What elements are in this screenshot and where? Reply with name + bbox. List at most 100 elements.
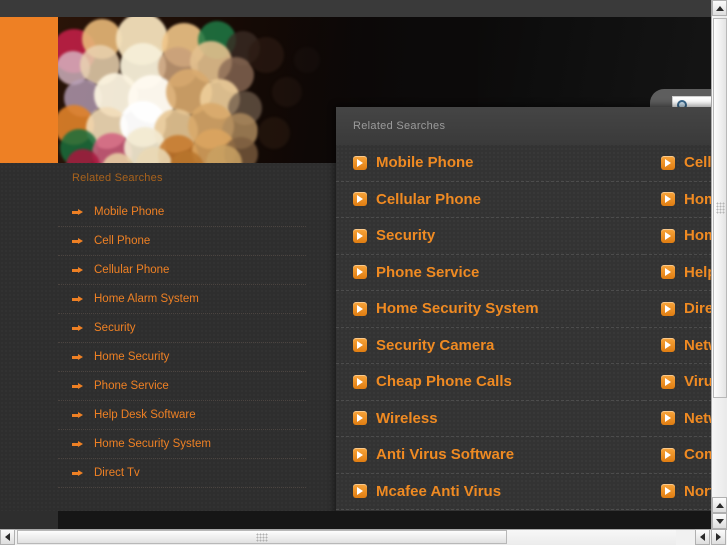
list-item[interactable]: Cheap Phone Calls	[336, 364, 644, 401]
list-item-label: Direct Tv	[94, 467, 140, 479]
scroll-left-button[interactable]	[0, 529, 15, 545]
list-item[interactable]: Network	[644, 401, 711, 437]
list-item-label: Cell Phone	[94, 235, 151, 247]
chevron-right-badge-icon	[661, 484, 675, 499]
list-item[interactable]: Cell Phone	[644, 145, 711, 182]
list-item[interactable]: Help Desk Software	[644, 255, 711, 291]
list-item[interactable]: Home Security	[58, 343, 306, 372]
list-item-label: Cell Phone	[684, 154, 711, 172]
chevron-right-badge-icon	[353, 228, 367, 243]
list-item[interactable]: Home Alarm System	[644, 182, 711, 218]
list-item-label: Direct Tv	[684, 300, 711, 318]
scrollbar-grip-icon	[256, 533, 268, 542]
list-item[interactable]: Home Security	[644, 218, 711, 255]
list-item[interactable]: Security Camera	[336, 328, 644, 364]
list-item[interactable]: Anti Virus Software	[336, 437, 644, 474]
list-item[interactable]: Security	[336, 218, 644, 255]
list-item[interactable]: Home Security System	[336, 291, 644, 328]
sidebar-heading: Related Searches	[72, 172, 163, 184]
chevron-right-badge-icon	[353, 484, 367, 499]
scrollbar-grip-icon	[716, 202, 725, 214]
list-item[interactable]: Home Security System	[58, 430, 306, 459]
scroll-left-button-secondary[interactable]	[695, 529, 710, 545]
list-item[interactable]: Network Security	[644, 328, 711, 364]
triangle-left-icon	[5, 533, 10, 541]
chevron-right-badge-icon	[661, 447, 675, 462]
list-item-label: Cellular Phone	[376, 190, 482, 208]
list-item[interactable]: Direct Tv	[644, 291, 711, 328]
list-item[interactable]: Mcafee Anti Virus	[336, 474, 644, 510]
list-item-label: Phone Service	[94, 380, 169, 392]
arrow-right-bullet-icon	[72, 238, 83, 244]
list-item[interactable]: Help Desk Software	[58, 401, 306, 430]
list-item[interactable]: Direct Tv	[58, 459, 306, 488]
list-item-label: Anti Virus Software	[376, 446, 515, 464]
list-item[interactable]: Phone Service	[58, 372, 306, 401]
list-item[interactable]: Cell Phone	[58, 227, 306, 256]
scroll-up-button[interactable]	[712, 0, 727, 16]
list-item[interactable]: Computer Security	[644, 437, 711, 474]
arrow-right-bullet-icon	[72, 267, 83, 273]
chevron-right-badge-icon	[353, 411, 367, 426]
overlay-column: Mobile Phone Cellular Phone Security Phone …	[336, 145, 644, 510]
sidebar-related-searches: Related Searches Mobile Phone Cell Phone C…	[58, 172, 306, 488]
horizontal-scrollbar[interactable]	[0, 529, 727, 545]
list-item[interactable]: Virus Protection	[644, 364, 711, 401]
list-item-label: Home Security System	[94, 438, 211, 450]
chevron-right-badge-icon	[353, 192, 367, 207]
list-item[interactable]: Cellular Phone	[336, 182, 644, 218]
chevron-right-badge-icon	[353, 338, 367, 353]
chevron-right-badge-icon	[353, 301, 367, 316]
arrow-right-bullet-icon	[72, 441, 83, 447]
list-item-label: Cellular Phone	[94, 264, 170, 276]
scroll-up-button-secondary[interactable]	[712, 497, 727, 513]
list-item[interactable]: Norton Anti Virus	[644, 474, 711, 510]
arrow-right-bullet-icon	[72, 412, 83, 418]
arrow-right-bullet-icon	[72, 470, 83, 476]
page-content: Related Searches Mobile Phone Cell Phone C…	[0, 17, 711, 529]
list-item-label: Security Camera	[376, 336, 495, 354]
browser-window: Related Searches Mobile Phone Cell Phone C…	[0, 0, 727, 545]
list-item-label: Home Security System	[376, 300, 539, 318]
list-item-label: Home Security	[684, 227, 711, 245]
list-item-label: Security	[94, 322, 136, 334]
vertical-scrollbar[interactable]	[711, 0, 727, 529]
list-item[interactable]: Wireless	[336, 401, 644, 437]
chevron-right-badge-icon	[353, 447, 367, 462]
list-item-label: Home Alarm System	[684, 190, 711, 208]
footer-left-strip	[0, 511, 58, 529]
list-item[interactable]: Phone Service	[336, 255, 644, 291]
horizontal-scrollbar-thumb[interactable]	[17, 530, 507, 544]
list-item[interactable]: Mobile Phone	[336, 145, 644, 182]
scroll-down-button[interactable]	[712, 513, 727, 529]
list-item-label: Phone Service	[376, 263, 480, 281]
triangle-left-icon	[700, 533, 705, 541]
list-item-label: Virus Protection	[684, 373, 711, 391]
scroll-right-button[interactable]	[711, 529, 726, 545]
chevron-right-badge-icon	[353, 155, 367, 170]
list-item[interactable]: Home Alarm System	[58, 285, 306, 314]
footer-band	[58, 511, 711, 529]
chevron-right-badge-icon	[353, 374, 367, 389]
chevron-right-badge-icon	[353, 265, 367, 280]
list-item[interactable]: Security	[58, 314, 306, 343]
list-item-label: Computer Security	[684, 446, 711, 464]
list-item-label: Network	[684, 409, 711, 427]
overlay-columns: Mobile Phone Cellular Phone Security Phone …	[336, 145, 711, 510]
arrow-right-bullet-icon	[72, 325, 83, 331]
overlay-heading: Related Searches	[336, 107, 711, 145]
list-item-label: Security	[376, 227, 436, 245]
list-item[interactable]: Cellular Phone	[58, 256, 306, 285]
arrow-right-bullet-icon	[72, 383, 83, 389]
list-item-label: Norton Anti Virus	[684, 482, 711, 500]
list-item-label: Mcafee Anti Virus	[376, 482, 502, 500]
list-item-label: Wireless	[376, 409, 438, 427]
list-item-label: Mobile Phone	[376, 154, 474, 172]
triangle-up-icon	[715, 502, 724, 508]
chevron-right-badge-icon	[661, 155, 675, 170]
vertical-scrollbar-thumb[interactable]	[713, 18, 727, 398]
triangle-down-icon	[715, 518, 724, 524]
arrow-right-bullet-icon	[72, 209, 83, 215]
sidebar-list: Mobile Phone Cell Phone Cellular Phone Home…	[58, 198, 306, 488]
list-item[interactable]: Mobile Phone	[58, 198, 306, 227]
